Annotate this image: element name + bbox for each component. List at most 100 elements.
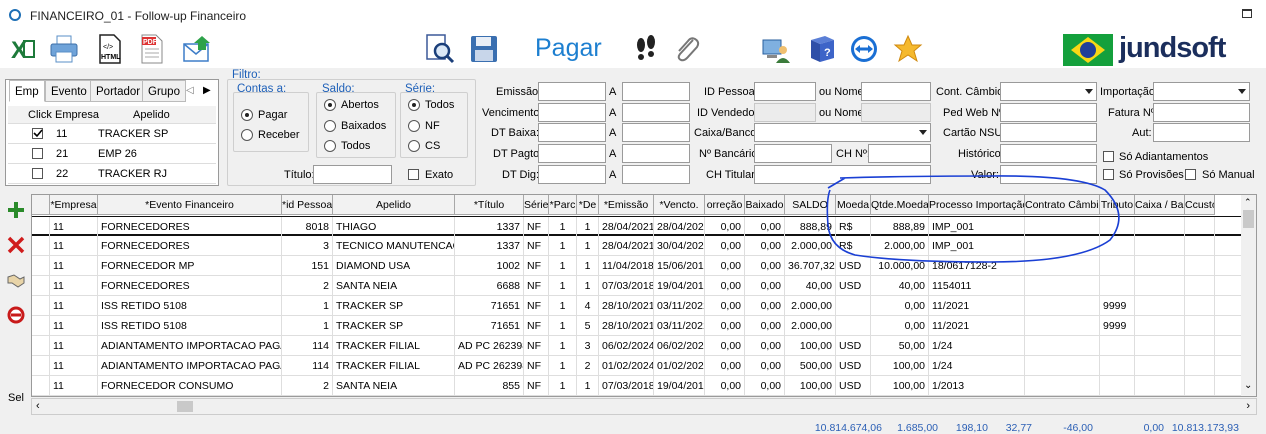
tab-scroll-left-icon[interactable]: ◁ [186, 85, 194, 96]
column-header[interactable]: Tributo [1100, 195, 1135, 215]
table-cell[interactable] [1185, 296, 1215, 316]
table-cell[interactable]: NF [524, 256, 549, 276]
table-cell[interactable]: ISS RETIDO 5108 [98, 316, 282, 336]
table-cell[interactable]: 0,00 [705, 316, 745, 336]
table-cell[interactable]: 1 [577, 236, 599, 256]
table-cell[interactable]: TECNICO MANUTENCAO [333, 236, 455, 256]
empresa-row[interactable]: 21 EMP 26 [8, 144, 216, 164]
scroll-right-icon[interactable]: › [1246, 400, 1250, 412]
help-book-icon[interactable]: ? [806, 33, 838, 65]
tab-grupo[interactable]: Grupo [142, 80, 186, 102]
table-cell[interactable]: 1 [549, 376, 577, 396]
row-indicator[interactable] [32, 356, 50, 376]
table-cell[interactable]: R$ [836, 217, 871, 237]
table-cell[interactable]: FORNECEDOR MP [98, 256, 282, 276]
table-cell[interactable] [1135, 296, 1185, 316]
table-cell[interactable]: 0,00 [871, 296, 929, 316]
table-cell[interactable]: 9999 [1100, 316, 1135, 336]
nome-pessoa-input[interactable] [861, 82, 931, 101]
email-export-icon[interactable] [182, 33, 214, 65]
table-cell[interactable]: 6688 [455, 276, 524, 296]
id-vendedor-input[interactable] [754, 103, 816, 122]
dt-dig-to-input[interactable] [622, 165, 690, 184]
emissao-from-input[interactable] [538, 82, 606, 101]
table-cell[interactable]: 28/10/2021 [599, 296, 654, 316]
table-cell[interactable] [1135, 256, 1185, 276]
row-indicator[interactable] [32, 256, 50, 276]
table-cell[interactable] [1100, 336, 1135, 356]
table-cell[interactable] [1185, 356, 1215, 376]
table-cell[interactable]: 1 [549, 256, 577, 276]
table-cell[interactable] [1135, 336, 1185, 356]
table-cell[interactable]: 03/11/2021 [654, 296, 705, 316]
table-cell[interactable]: 11/04/2018 [599, 256, 654, 276]
print-icon[interactable] [48, 33, 80, 65]
vencimento-from-input[interactable] [538, 103, 606, 122]
table-cell[interactable]: 500,00 [785, 356, 836, 376]
column-header[interactable]: *Título [455, 195, 524, 215]
table-row[interactable]: 11 ISS RETIDO 5108 1 TRACKER SP 71651 NF 1 5 28/… [32, 316, 1256, 336]
table-cell[interactable]: 1 [577, 217, 599, 237]
table-row[interactable]: 11 FORNECEDORES 8018 THIAGO 1337 NF 1 1 28/04/20… [32, 216, 1256, 237]
empresa-checkbox[interactable] [32, 168, 43, 179]
table-row[interactable]: 11 FORNECEDOR CONSUMO 2 SANTA NEIA 855 NF 1 1 07… [32, 376, 1256, 396]
scroll-left-icon[interactable]: ‹ [36, 400, 40, 412]
table-cell[interactable]: USD [836, 376, 871, 396]
dt-pagto-to-input[interactable] [622, 144, 690, 163]
footsteps-icon[interactable] [630, 33, 662, 65]
table-cell[interactable] [1025, 276, 1100, 296]
table-row[interactable]: 11 FORNECEDOR MP 151 DIAMOND USA 1002 NF 1 1 11/… [32, 256, 1256, 276]
table-cell[interactable]: 0,00 [705, 376, 745, 396]
nome-vendedor-input[interactable] [861, 103, 931, 122]
importacao-select[interactable] [1153, 82, 1250, 101]
table-cell[interactable]: 3 [577, 336, 599, 356]
row-indicator[interactable] [32, 217, 50, 237]
id-pessoa-input[interactable] [754, 82, 816, 101]
saldo-abertos-radio[interactable] [324, 99, 336, 111]
column-header[interactable]: *De [577, 195, 599, 215]
column-header[interactable]: Ccusto [1185, 195, 1215, 215]
table-cell[interactable]: 1 [577, 256, 599, 276]
row-indicator[interactable] [32, 296, 50, 316]
table-cell[interactable]: 06/02/2024 [599, 336, 654, 356]
table-cell[interactable]: 0,00 [705, 256, 745, 276]
table-cell[interactable]: 0,00 [745, 236, 785, 256]
column-header[interactable]: Qtde.Moedas [871, 195, 929, 215]
table-cell[interactable]: 11 [50, 316, 98, 336]
add-icon[interactable] [3, 196, 29, 224]
table-cell[interactable]: THIAGO [333, 217, 455, 237]
pdf-icon[interactable]: PDF [136, 33, 168, 65]
tab-scroll-right-icon[interactable]: ▶ [203, 85, 211, 96]
table-cell[interactable]: 100,00 [871, 376, 929, 396]
table-cell[interactable] [1185, 376, 1215, 396]
column-header[interactable]: *id Pessoa [282, 195, 333, 215]
cont-cambio-select[interactable] [1000, 82, 1097, 101]
empresa-checkbox[interactable] [32, 148, 43, 159]
column-header[interactable]: Processo Importação [929, 195, 1025, 215]
table-cell[interactable]: NF [524, 376, 549, 396]
table-cell[interactable]: 30/04/2021 [654, 236, 705, 256]
table-cell[interactable]: 9999 [1100, 296, 1135, 316]
table-cell[interactable]: USD [836, 276, 871, 296]
saldo-baixados-radio[interactable] [324, 120, 336, 132]
table-cell[interactable] [1025, 296, 1100, 316]
table-cell[interactable]: 1 [282, 296, 333, 316]
table-cell[interactable]: 15/06/2018 [654, 256, 705, 276]
delete-icon[interactable] [3, 231, 29, 259]
table-cell[interactable]: 07/03/2018 [599, 376, 654, 396]
table-cell[interactable] [1025, 356, 1100, 376]
table-cell[interactable]: 2 [282, 376, 333, 396]
titulo-input[interactable] [313, 165, 392, 184]
empresa-row[interactable]: 22 TRACKER RJ [8, 164, 216, 184]
table-cell[interactable]: 50,00 [871, 336, 929, 356]
excel-icon[interactable]: X [6, 33, 38, 65]
table-cell[interactable] [1135, 276, 1185, 296]
vertical-scrollbar[interactable]: ⌃ ⌄ [1241, 195, 1256, 396]
table-cell[interactable] [1025, 336, 1100, 356]
attachment-icon[interactable] [670, 33, 702, 65]
table-cell[interactable]: 1/2013 [929, 376, 1025, 396]
table-cell[interactable] [1025, 236, 1100, 256]
serie-nf-radio[interactable] [408, 120, 420, 132]
ped-web-input[interactable] [1000, 103, 1097, 122]
serie-todos-radio[interactable] [408, 99, 420, 111]
